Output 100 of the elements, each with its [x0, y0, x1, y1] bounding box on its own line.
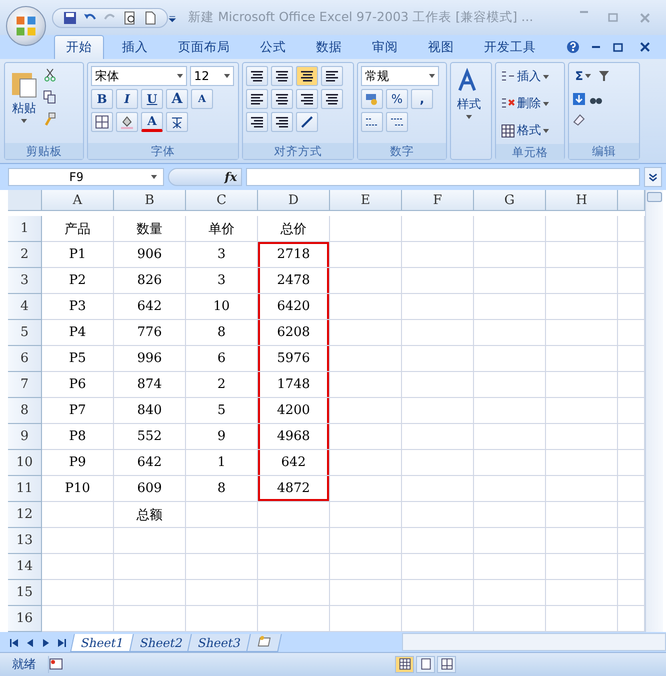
align-left-button[interactable] — [246, 89, 268, 110]
underline-button[interactable]: U — [141, 89, 163, 110]
row-header[interactable]: 7 — [8, 372, 42, 398]
column-header[interactable]: B — [114, 190, 186, 212]
window-title: 新建 Microsoft Office Excel 97-2003 工作表 [兼容模式] ... — [188, 9, 534, 26]
slanted-text-icon — [300, 115, 314, 130]
sheet-tab[interactable]: Sheet1 — [70, 634, 135, 652]
view-button[interactable] — [437, 656, 456, 673]
ribbon-tab[interactable]: 审阅 — [360, 35, 410, 60]
row-header[interactable]: 13 — [8, 528, 42, 554]
table-cell: 4968 — [258, 424, 330, 450]
paint-bucket-icon — [120, 115, 134, 130]
sort-filter-icon — [597, 69, 612, 84]
table-icon — [501, 124, 515, 138]
formula-field[interactable] — [246, 168, 640, 186]
previous-sheet-icon[interactable] — [26, 638, 34, 647]
insert-function-button[interactable]: fx — [168, 168, 242, 186]
column-header[interactable]: D — [258, 190, 330, 212]
borders-button[interactable] — [91, 112, 113, 132]
format-cells-button[interactable]: 格式 — [499, 120, 551, 142]
view-button[interactable] — [395, 656, 414, 673]
expand-icon[interactable] — [644, 167, 662, 188]
wrap-text-button[interactable] — [321, 66, 343, 86]
percent-button[interactable]: % — [386, 89, 408, 110]
italic-button[interactable]: I — [116, 89, 138, 110]
row-header[interactable]: 4 — [8, 294, 42, 320]
next-sheet-icon[interactable] — [42, 638, 50, 647]
row-header[interactable]: 8 — [8, 398, 42, 424]
row-header[interactable]: 15 — [8, 580, 42, 606]
table-cell: 874 — [114, 372, 186, 398]
row-header[interactable]: 3 — [8, 268, 42, 294]
ribbon-tab[interactable]: 视图 — [416, 35, 466, 60]
normal-view-icon — [398, 658, 410, 670]
row-header[interactable]: 12 — [8, 502, 42, 528]
font-size-field[interactable]: 12 — [190, 66, 234, 86]
column-header[interactable]: G — [474, 190, 546, 212]
row-header[interactable]: 11 — [8, 476, 42, 502]
ribbon-tab[interactable]: 数据 — [304, 35, 354, 60]
row-header[interactable]: 9 — [8, 424, 42, 450]
sheet-tab[interactable]: Sheet3 — [187, 634, 252, 652]
number-format-field[interactable]: 常规 — [361, 66, 439, 86]
vertical-scrollbar[interactable] — [645, 190, 663, 632]
table-cell: 1748 — [258, 372, 330, 398]
align-middle-button[interactable] — [271, 66, 293, 86]
bold-button[interactable]: B — [91, 89, 113, 110]
align-right-button[interactable] — [296, 89, 318, 110]
column-header[interactable]: A — [42, 190, 114, 212]
ribbon-tab[interactable]: 公式 — [248, 35, 298, 60]
orientation-button[interactable] — [296, 112, 318, 132]
insert-cells-button[interactable]: 插入 — [499, 66, 551, 88]
scrollbar-thumb[interactable] — [647, 192, 662, 202]
column-header[interactable]: H — [546, 190, 618, 212]
last-sheet-icon[interactable] — [58, 638, 66, 647]
minimize-icon — [580, 10, 588, 12]
currency-button[interactable] — [361, 89, 383, 110]
row-header[interactable]: 5 — [8, 320, 42, 346]
increase-indent-button[interactable] — [271, 112, 293, 132]
office-button[interactable] — [6, 6, 46, 46]
delete-cells-button[interactable]: 删除 — [499, 93, 551, 114]
decrease-indent-button[interactable] — [246, 112, 268, 132]
ribbon-tab[interactable]: 页面布局 — [166, 35, 242, 60]
ribbon-tab[interactable]: 插入 — [110, 35, 160, 60]
align-bottom-icon — [300, 69, 314, 84]
align-bottom-button[interactable] — [296, 66, 318, 86]
merge-button[interactable] — [321, 89, 343, 110]
view-button[interactable] — [416, 656, 435, 673]
phonetic-button[interactable] — [166, 112, 188, 132]
ribbon-tab[interactable]: 开发工具 — [472, 35, 548, 60]
increase-decimal-button[interactable] — [361, 112, 383, 132]
table-cell: 642 — [258, 450, 330, 476]
group-label: 单元格 — [496, 144, 564, 160]
paste-button[interactable]: 粘贴 — [8, 66, 40, 126]
row-header[interactable]: 1 — [8, 216, 42, 242]
increase-indent-icon — [275, 115, 289, 130]
row-header[interactable]: 10 — [8, 450, 42, 476]
table-cell: 总额 — [114, 502, 186, 528]
shrink-font-button[interactable]: A — [191, 89, 213, 110]
insert-sheet-button[interactable] — [246, 634, 282, 652]
column-header[interactable]: C — [186, 190, 258, 212]
column-header[interactable]: E — [330, 190, 402, 212]
autosum-button[interactable]: Σ — [572, 66, 594, 86]
first-sheet-icon[interactable] — [10, 638, 18, 647]
font-color-button[interactable]: A — [141, 112, 163, 132]
align-center-button[interactable] — [271, 89, 293, 110]
group-label: 剪贴板 — [5, 143, 83, 160]
horizontal-scrollbar[interactable] — [402, 632, 666, 651]
font-name-field[interactable]: 宋体 — [91, 66, 187, 86]
row-header[interactable]: 16 — [8, 606, 42, 632]
row-header[interactable]: 14 — [8, 554, 42, 580]
name-box[interactable]: F9 — [8, 168, 164, 186]
grow-font-button[interactable]: A — [166, 89, 188, 110]
decrease-decimal-button[interactable] — [386, 112, 408, 132]
sheet-tab[interactable]: Sheet2 — [128, 634, 194, 652]
align-top-button[interactable] — [246, 66, 268, 86]
row-header[interactable]: 6 — [8, 346, 42, 372]
row-header[interactable]: 2 — [8, 242, 42, 268]
comma-button[interactable]: , — [411, 89, 433, 110]
fill-color-button[interactable] — [116, 112, 138, 132]
ribbon-tab[interactable]: 开始 — [54, 35, 104, 60]
column-header[interactable]: F — [402, 190, 474, 212]
